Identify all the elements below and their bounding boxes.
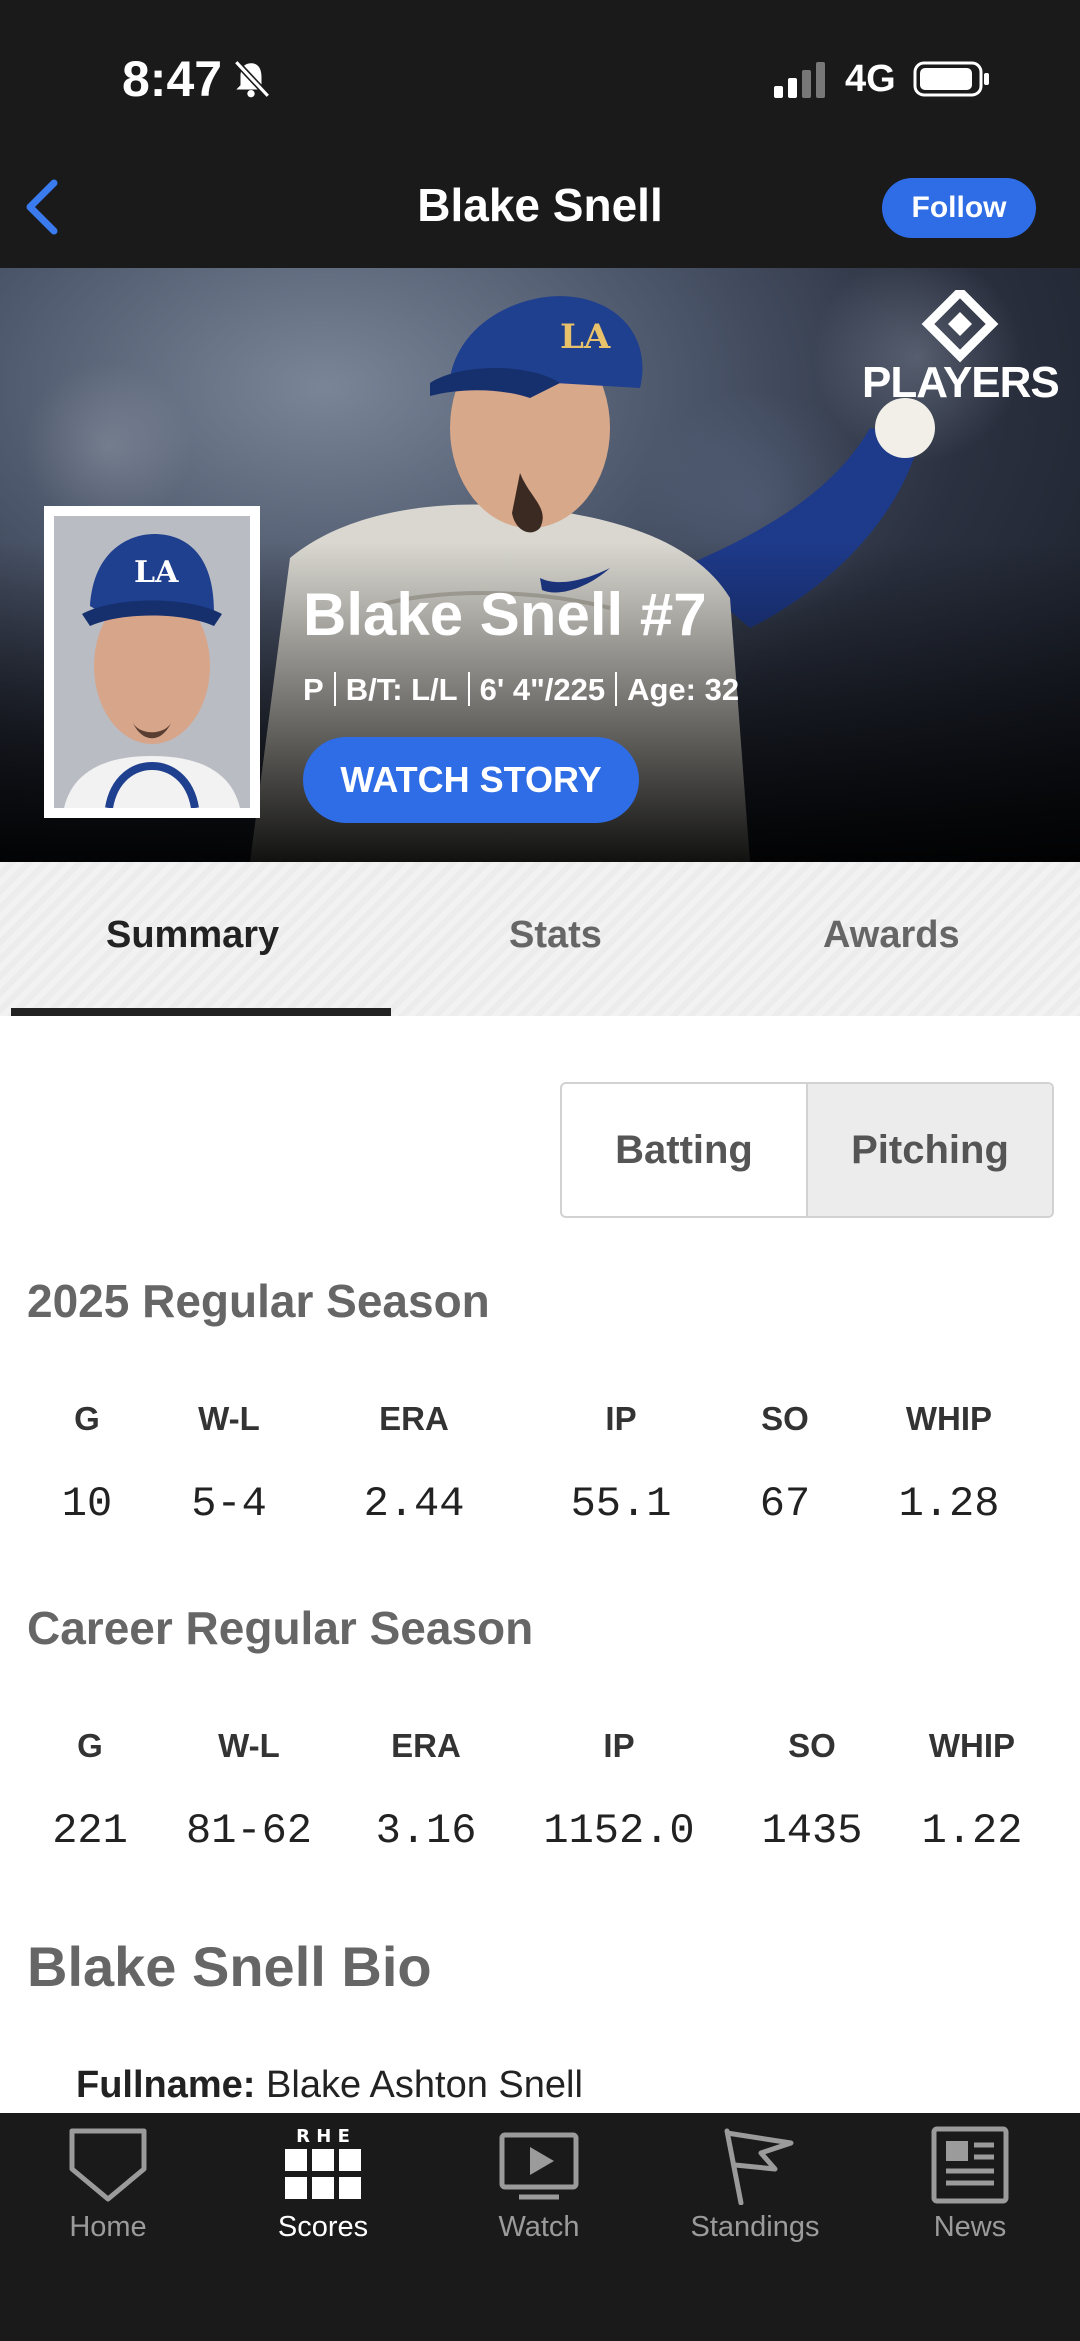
player-height-weight: 6' 4"/225 xyxy=(479,672,606,707)
season-value-so: 67 xyxy=(759,1480,811,1528)
network-label: 4G xyxy=(845,58,896,100)
season-header-g: G xyxy=(74,1400,100,1437)
player-hero: LA PLAYERS LA Blake Snell #7 P B/T: L/L xyxy=(0,268,1080,862)
bio-fullname-value: Blake Ashton Snell xyxy=(266,2064,583,2106)
career-header-g: G xyxy=(77,1727,103,1764)
career-stats-title: Career Regular Season xyxy=(27,1602,534,1654)
season-value-ip: 55.1 xyxy=(570,1480,672,1528)
nav-watch-label: Watch xyxy=(498,2211,580,2243)
pennant-flag-icon xyxy=(724,2128,794,2205)
follow-button[interactable]: Follow xyxy=(882,178,1036,238)
bio-title: Blake Snell Bio xyxy=(27,1935,432,1998)
nav-standings[interactable]: Standings xyxy=(665,2125,845,2244)
nav-watch[interactable]: Watch xyxy=(449,2125,629,2244)
pitching-option[interactable]: Pitching xyxy=(806,1084,1052,1216)
profile-tabs: Summary Stats Awards xyxy=(0,862,1080,1016)
bell-muted-icon xyxy=(234,60,271,98)
video-play-icon xyxy=(499,2132,579,2200)
tab-summary[interactable]: Summary xyxy=(106,914,279,957)
battery-icon xyxy=(913,61,989,97)
bio-fullname-label: Fullname: xyxy=(76,2064,256,2106)
career-value-g: 221 xyxy=(52,1807,128,1855)
watch-story-button[interactable]: WATCH STORY xyxy=(303,737,639,823)
active-tab-indicator xyxy=(11,1008,391,1016)
career-value-ip: 1152.0 xyxy=(543,1807,695,1855)
career-value-so: 1435 xyxy=(761,1807,863,1855)
season-header-whip: WHIP xyxy=(905,1400,993,1437)
player-bats-throws: B/T: L/L xyxy=(345,672,458,707)
season-header-wl: W-L xyxy=(198,1400,260,1437)
nav-standings-label: Standings xyxy=(690,2211,820,2243)
player-headshot: LA xyxy=(44,506,260,818)
season-value-whip: 1.28 xyxy=(898,1480,1000,1528)
nav-scores-label: Scores xyxy=(277,2211,369,2243)
player-position: P xyxy=(303,672,324,707)
headshot-image: LA xyxy=(54,516,250,808)
career-header-ip: IP xyxy=(603,1727,635,1764)
signal-icon xyxy=(774,62,825,98)
newspaper-icon xyxy=(931,2126,1009,2204)
player-name: Blake Snell #7 xyxy=(303,581,707,648)
season-stats-title: 2025 Regular Season xyxy=(27,1275,490,1327)
scoreboard-icon: R H E xyxy=(285,2126,361,2199)
career-value-whip: 1.22 xyxy=(921,1807,1023,1855)
home-plate-icon xyxy=(69,2128,147,2202)
season-value-wl: 5-4 xyxy=(191,1480,267,1528)
svg-text:LA: LA xyxy=(134,555,179,590)
career-value-wl: 81-62 xyxy=(185,1807,313,1855)
season-header-ip: IP xyxy=(605,1400,637,1437)
tab-stats[interactable]: Stats xyxy=(509,914,602,957)
career-header-whip: WHIP xyxy=(928,1727,1016,1764)
career-header-wl: W-L xyxy=(218,1727,280,1764)
career-header-era: ERA xyxy=(391,1727,461,1764)
mlb-players-wordmark: PLAYERS xyxy=(862,358,1060,407)
bottom-nav: Home R H E Scores Watch Standings News xyxy=(0,2113,1080,2341)
nav-home[interactable]: Home xyxy=(18,2125,198,2244)
season-header-so: SO xyxy=(761,1400,809,1437)
nav-news[interactable]: News xyxy=(880,2125,1060,2244)
nav-news-label: News xyxy=(933,2211,1007,2243)
top-bar: 8:47 4G Blake Snell Follow xyxy=(0,0,1080,268)
season-value-g: 10 xyxy=(61,1480,113,1528)
scoreboard-icon-text: R H E xyxy=(296,2126,350,2147)
player-meta: P B/T: L/L 6' 4"/225 Age: 32 xyxy=(303,672,739,708)
career-header-so: SO xyxy=(788,1727,836,1764)
nav-scores[interactable]: R H E Scores xyxy=(233,2125,413,2244)
batting-option[interactable]: Batting xyxy=(562,1084,806,1216)
tab-awards[interactable]: Awards xyxy=(823,914,960,957)
season-header-era: ERA xyxy=(379,1400,449,1437)
season-value-era: 2.44 xyxy=(363,1480,465,1528)
bio-fullname: Fullname: Blake Ashton Snell xyxy=(76,2064,583,2107)
svg-text:LA: LA xyxy=(560,317,611,357)
nav-home-label: Home xyxy=(69,2211,147,2243)
career-value-era: 3.16 xyxy=(375,1807,477,1855)
status-time: 8:47 xyxy=(122,51,223,107)
player-age: Age: 32 xyxy=(627,672,740,707)
batting-pitching-toggle: Batting Pitching xyxy=(560,1082,1054,1218)
